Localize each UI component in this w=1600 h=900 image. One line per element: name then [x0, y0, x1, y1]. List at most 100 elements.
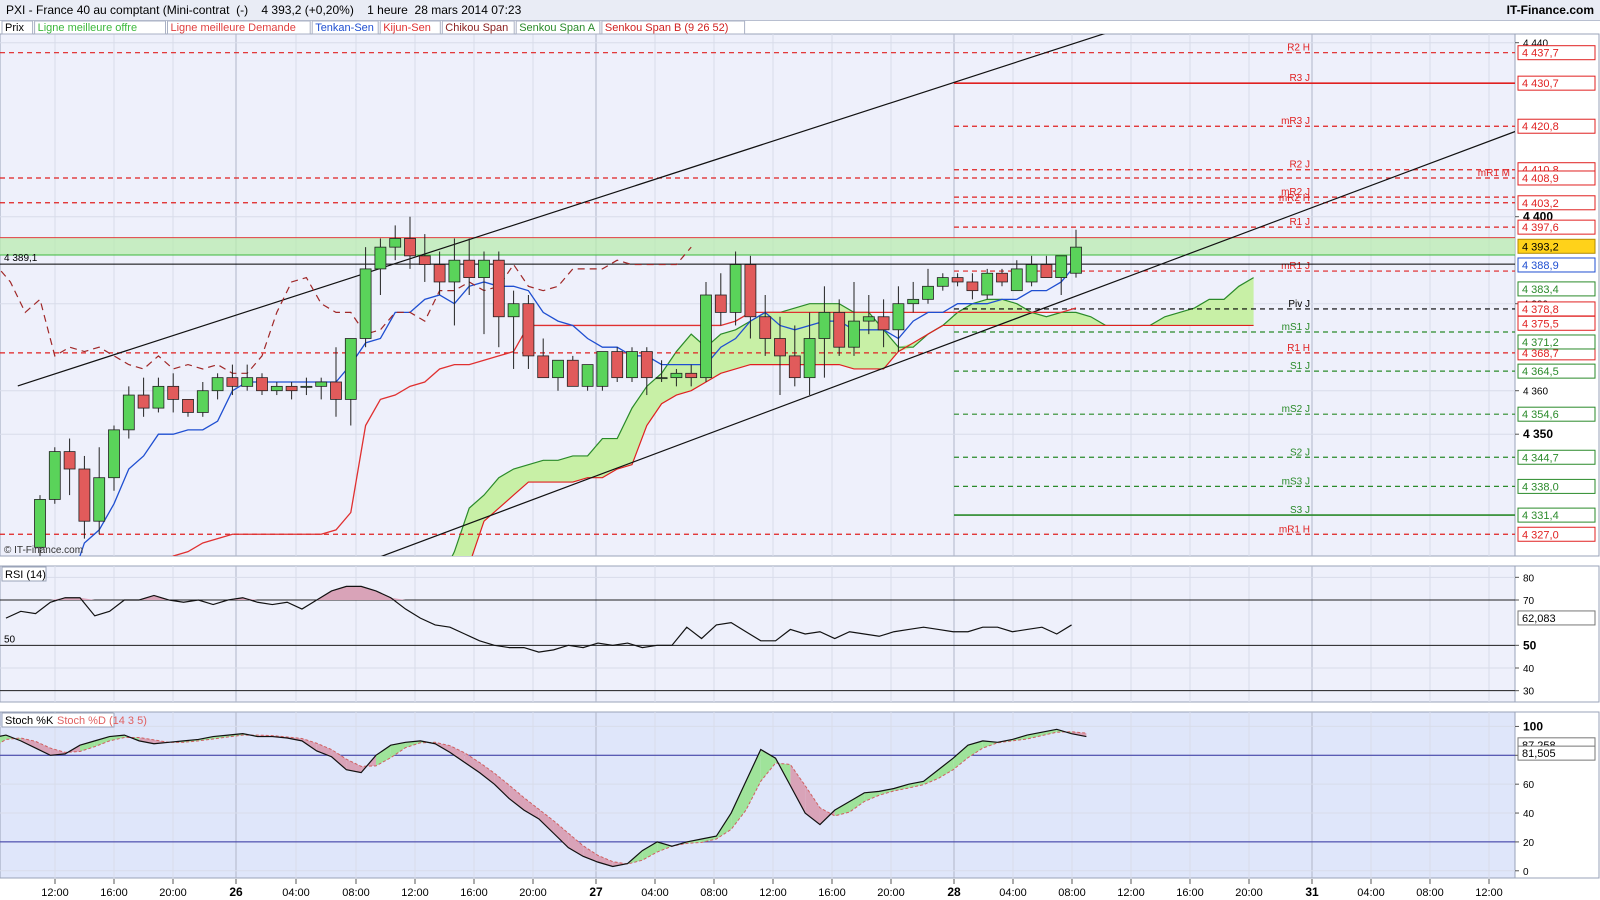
candle — [315, 381, 328, 387]
time-axis-bg — [0, 879, 1515, 899]
rsi-tick-label: 70 — [1523, 596, 1535, 607]
candle — [655, 377, 668, 380]
time-tick-label: 04:00 — [1357, 887, 1385, 899]
candle — [478, 259, 490, 279]
level-label: R3 J — [1289, 73, 1310, 84]
candle — [344, 338, 357, 400]
time-tick-label: 20:00 — [159, 887, 187, 899]
legend-item: Senkou Span B (9 26 52) — [605, 22, 729, 34]
candle — [981, 272, 994, 296]
time-tick-label: 12:00 — [1475, 887, 1503, 899]
level-label: mR1 J — [1281, 261, 1310, 272]
time-tick-label: 20:00 — [877, 887, 905, 899]
time-tick-label: 12:00 — [1117, 887, 1145, 899]
level-label: S2 J — [1290, 447, 1310, 458]
candle — [951, 277, 964, 283]
time-tick-label: 20:00 — [1235, 887, 1263, 899]
level-label: mS1 J — [1282, 322, 1310, 333]
time-tick-label: 16:00 — [818, 887, 846, 899]
candle — [907, 298, 920, 305]
legend-item: Chikou Span — [445, 22, 508, 34]
candle — [744, 264, 757, 318]
candle — [818, 311, 831, 339]
stoch-tick-label: 40 — [1523, 809, 1535, 820]
candle — [640, 351, 653, 379]
legend-bar: Prix Ligne meilleure offre Ligne meilleure… — [1, 20, 746, 35]
rsi-title: RSI (14) — [5, 569, 46, 581]
level-price-tag: 4 354,6 — [1522, 409, 1559, 421]
time-tick-label: 08:00 — [1416, 887, 1444, 899]
time-tick-label: 27 — [589, 885, 603, 899]
chart-canvas: 4 4404 4004 3804 3604 350R2 HR3 JmR3 JR2… — [0, 20, 1600, 900]
time-tick-label: 26 — [229, 885, 243, 899]
legend-item: Prix — [5, 22, 24, 34]
candle — [226, 377, 239, 387]
last-price-tag: 4 393,2 — [1522, 241, 1559, 253]
rsi-tick-label: 50 — [1523, 638, 1537, 652]
candle — [1055, 255, 1068, 279]
stoch-panel: 100806040200Stoch %KStoch %D (14 3 5)87,… — [0, 711, 1600, 879]
stoch-tick-label: 60 — [1523, 780, 1535, 791]
candle — [877, 316, 890, 331]
time-tick-label: 31 — [1305, 885, 1319, 899]
candle — [418, 255, 431, 265]
rsi-y-axis — [1514, 565, 1600, 703]
legend-item: Ligne meilleure Demande — [171, 22, 296, 34]
candle — [936, 277, 949, 287]
time-tick-label: 08:00 — [342, 887, 370, 899]
candle — [182, 398, 194, 413]
candle — [270, 385, 283, 392]
level-label: mR2 H — [1279, 193, 1310, 204]
time-tick-label: 12:00 — [401, 887, 429, 899]
candle — [93, 477, 106, 522]
candle — [463, 259, 476, 279]
level-price-tag: 4 378,8 — [1522, 304, 1559, 316]
candle — [330, 381, 342, 400]
extra-price-tag: 4 383,4 — [1522, 284, 1559, 296]
level-label: S1 J — [1290, 361, 1310, 372]
stoch-tick-label: 100 — [1523, 719, 1543, 733]
rsi-tick-label: 40 — [1523, 664, 1535, 675]
level-label: mR1 M — [1478, 168, 1510, 179]
candle — [611, 351, 624, 379]
stoch-subtitle: Stoch %D (14 3 5) — [57, 715, 147, 727]
candle — [256, 377, 268, 392]
rsi-last-tag: 62,083 — [1522, 613, 1556, 625]
candle — [63, 451, 76, 470]
candle — [700, 294, 712, 379]
time-tick-label: 08:00 — [700, 887, 728, 899]
price-tick-label: 4 350 — [1523, 427, 1553, 441]
candle — [34, 499, 46, 548]
rsi-tick-label: 30 — [1523, 687, 1535, 698]
last-price-text: 4 389,1 — [4, 253, 38, 264]
candle — [788, 355, 801, 379]
candle — [966, 281, 979, 292]
level-label: Piv J — [1288, 299, 1310, 310]
candle — [1070, 246, 1082, 274]
candle — [1010, 268, 1023, 292]
candle — [152, 385, 165, 409]
candle — [374, 246, 387, 270]
time-tick-label: 16:00 — [460, 887, 488, 899]
rsi-tick-label: 80 — [1523, 573, 1535, 584]
candle — [448, 259, 461, 283]
extra-price-tag: 4 375,5 — [1522, 318, 1559, 330]
candle — [596, 351, 609, 387]
level-label: R2 H — [1287, 43, 1310, 54]
watermark: © IT-Finance.com — [4, 545, 83, 556]
candle — [507, 303, 520, 318]
candle — [300, 385, 313, 388]
level-price-tag: 4 430,7 — [1522, 78, 1559, 90]
level-label: R1 H — [1287, 343, 1310, 354]
candle — [167, 385, 180, 400]
candle — [1040, 264, 1053, 278]
time-tick-label: 08:00 — [1058, 887, 1086, 899]
candle — [492, 259, 505, 318]
level-label: mR3 J — [1281, 116, 1310, 127]
level-price-tag: 4 331,4 — [1522, 510, 1559, 522]
time-axis: 12:00 16:00 20:00 26 04:00 08:00 12:00 16:00 20:… — [0, 879, 1515, 899]
candle — [537, 355, 550, 379]
time-tick-label: 12:00 — [759, 887, 787, 899]
candle — [803, 338, 816, 379]
candle — [404, 238, 416, 257]
